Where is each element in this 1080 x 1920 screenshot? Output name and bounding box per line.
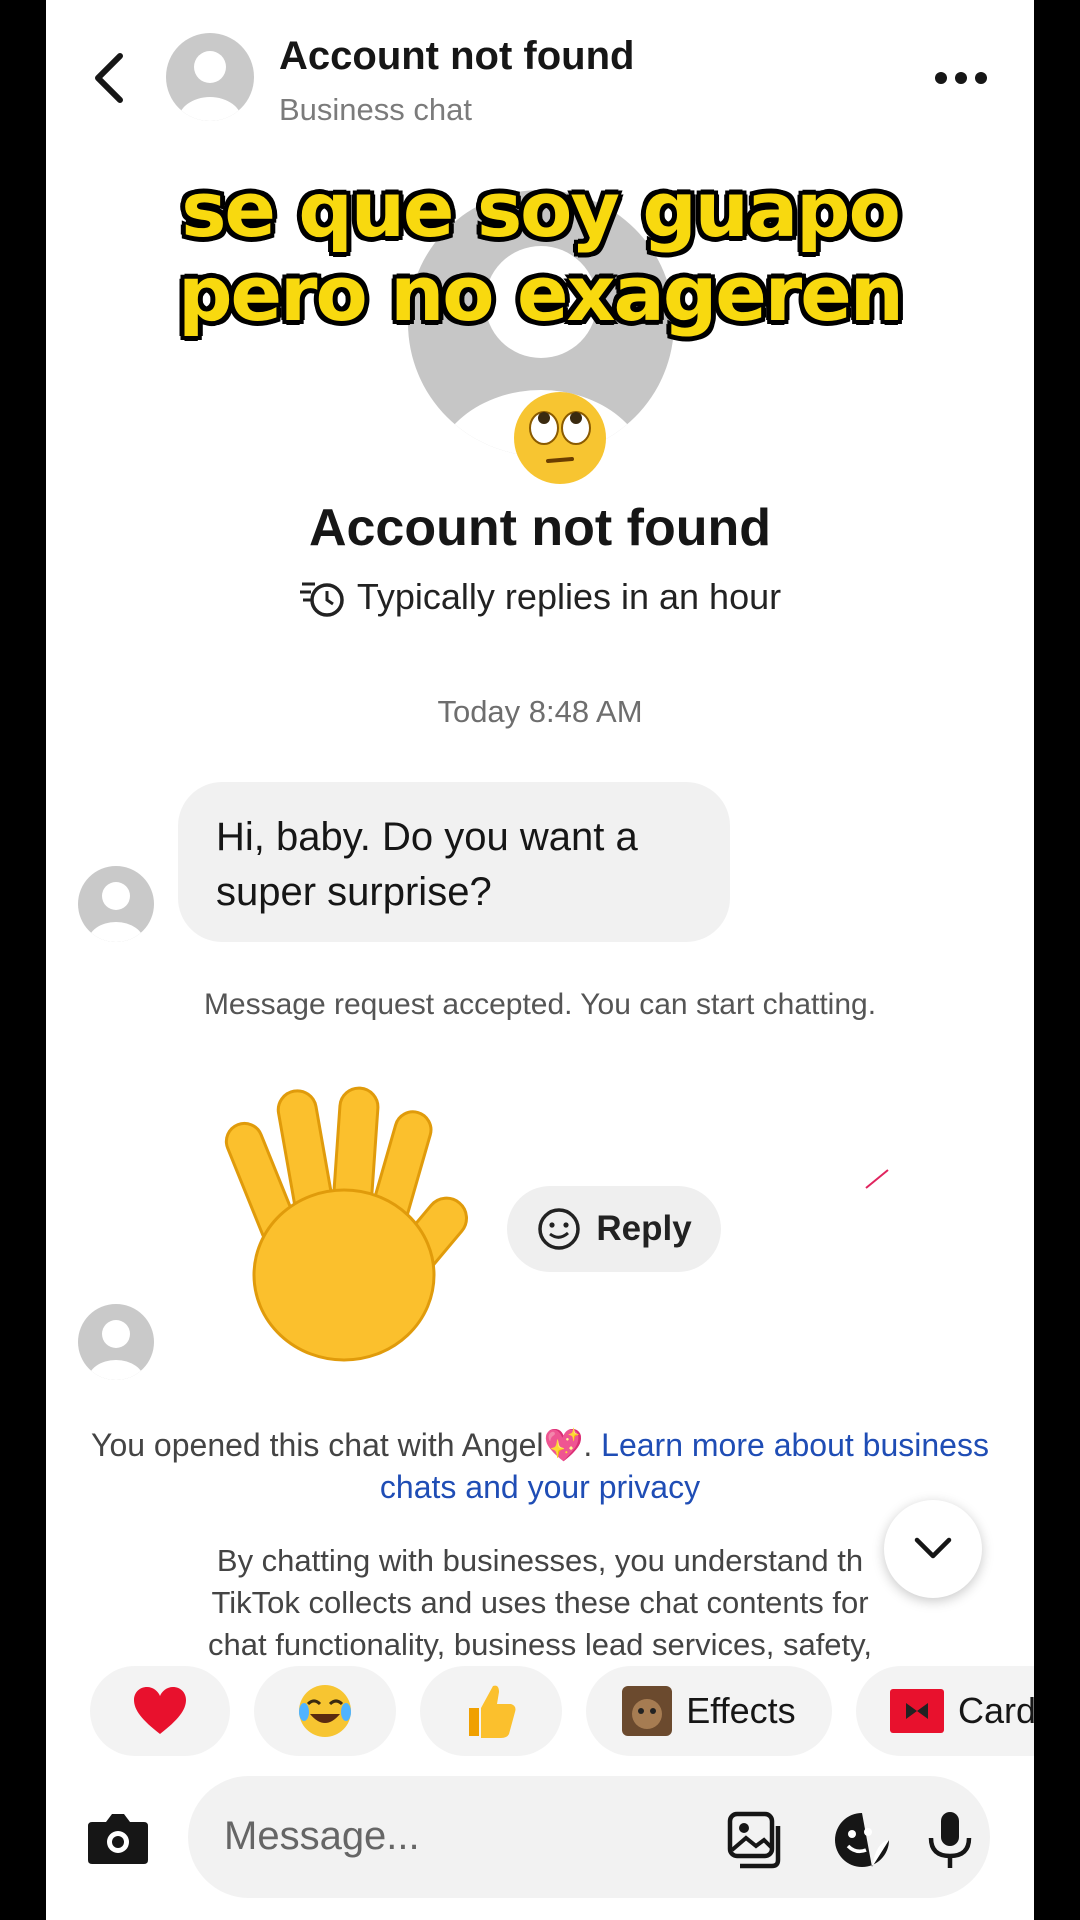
chat-origin-info: You opened this chat with Angel💖. Learn … <box>86 1424 994 1508</box>
default-user-icon <box>178 51 242 121</box>
reply-label: Reply <box>596 1209 692 1248</box>
incoming-message-bubble[interactable]: Hi, baby. Do you want a super surprise? <box>178 782 730 942</box>
thumbs-up-reaction-chip[interactable] <box>420 1666 562 1756</box>
header-avatar[interactable] <box>166 33 254 121</box>
caption-line-1: se que soy guapo <box>181 165 901 254</box>
sender-avatar[interactable] <box>78 1304 154 1380</box>
tears-of-joy-emoji-icon <box>299 1685 351 1737</box>
heart-icon <box>134 1687 186 1734</box>
system-notice: Message request accepted. You can start … <box>203 988 877 1021</box>
header-subtitle: Business chat <box>279 92 472 127</box>
chat-screen: Account not found Business chat se que s… <box>46 0 1034 1920</box>
scroll-to-bottom-button[interactable] <box>884 1500 982 1598</box>
camera-icon[interactable] <box>86 1810 150 1866</box>
chat-header: Account not found Business chat <box>46 0 1034 130</box>
disclaimer-line-2: TikTok collects and uses these chat cont… <box>211 1585 869 1620</box>
caption-line-2: pero no exageren <box>178 249 904 338</box>
effects-label: Effects <box>686 1690 796 1731</box>
effects-thumbnail-icon <box>622 1686 673 1736</box>
reply-time-info: Typically replies in an hour <box>46 576 1034 618</box>
stopwatch-icon <box>299 582 344 617</box>
message-placeholder: Message... <box>224 1814 420 1858</box>
stray-mark <box>865 1169 889 1189</box>
message-input[interactable]: Message... <box>188 1776 990 1898</box>
quick-reaction-bar: Effects Card <box>46 1666 1034 1756</box>
sender-avatar[interactable] <box>78 866 154 942</box>
header-title[interactable]: Account not found <box>279 34 634 79</box>
cards-chip[interactable]: Card <box>856 1666 1034 1756</box>
default-user-icon <box>88 882 144 942</box>
microphone-icon[interactable] <box>920 1810 980 1870</box>
smiley-icon <box>538 1208 581 1250</box>
effects-chip[interactable]: Effects <box>586 1666 832 1756</box>
disclaimer-line-3: chat functionality, business lead servic… <box>208 1627 872 1662</box>
profile-name: Account not found <box>308 499 772 557</box>
sticker-icon[interactable] <box>832 1810 892 1870</box>
cards-label: Card <box>958 1690 1034 1731</box>
privacy-disclaimer: By chatting with businesses, you underst… <box>120 1540 960 1666</box>
gift-card-icon <box>890 1689 944 1733</box>
opened-chat-text: You opened this chat with Angel💖. <box>91 1427 593 1463</box>
waving-hand-emoji-icon[interactable] <box>194 1080 484 1370</box>
reply-button[interactable]: Reply <box>507 1186 721 1272</box>
message-timestamp: Today 8:48 AM <box>437 694 643 729</box>
more-options-icon[interactable] <box>931 64 991 94</box>
message-composer: Message... <box>46 1776 1034 1900</box>
disclaimer-line-1: By chatting with businesses, you underst… <box>216 1543 864 1578</box>
chevron-down-icon <box>914 1537 952 1559</box>
default-user-icon <box>88 1320 144 1380</box>
image-icon[interactable] <box>726 1810 786 1870</box>
thumbs-up-icon <box>469 1685 516 1738</box>
heart-reaction-chip[interactable] <box>90 1666 230 1756</box>
laugh-reaction-chip[interactable] <box>254 1666 396 1756</box>
eye-roll-emoji-icon <box>514 392 606 484</box>
reply-time-text: Typically replies in an hour <box>356 576 782 617</box>
video-caption-overlay: se que soy guapo pero no exageren <box>46 168 1034 336</box>
back-arrow-icon[interactable] <box>86 48 136 108</box>
